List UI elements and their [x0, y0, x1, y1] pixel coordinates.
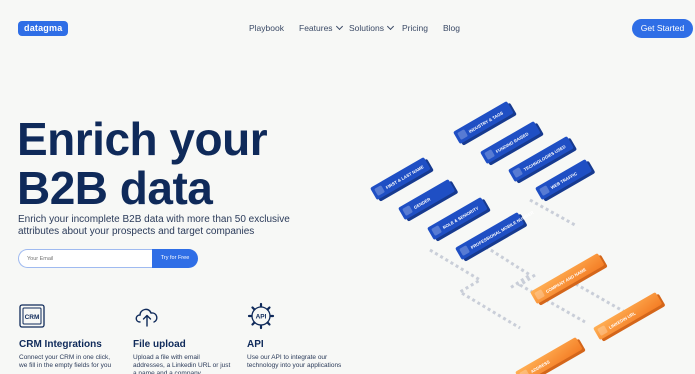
feature-title: File upload	[133, 339, 186, 350]
feature-text: Upload a file with email addresses, a Li…	[133, 354, 231, 374]
api-icon-text: API	[256, 314, 267, 321]
signup-form: Try for Free	[18, 249, 198, 268]
attribute-card: ADDRESS	[515, 337, 586, 374]
main-menu: Playbook Features Solutions Pricing Blog	[249, 22, 460, 33]
nav-item-blog[interactable]: Blog	[443, 23, 460, 33]
cloud-upload-icon	[135, 308, 158, 327]
nav-item-playbook[interactable]: Playbook	[249, 23, 299, 33]
data-enrichment-illustration: INDUSTRY & TAGSFUNDING RAISEDTECHNOLOGIE…	[370, 101, 665, 374]
datagma-logo[interactable]: datagma	[18, 21, 69, 36]
hero-title-line: B2B data	[17, 162, 213, 214]
api-gear-icon: API	[247, 302, 275, 330]
nav-item-label: Features	[299, 23, 333, 33]
nav-item-label: Pricing	[402, 23, 428, 33]
orange-card-group: COMPANY AND NAMELINKEDIN URLADDRESS	[515, 253, 665, 374]
feature-title: API	[247, 339, 264, 350]
feature-text: Connect your CRM in one click, we fill i…	[19, 354, 112, 369]
feature-title: CRM Integrations	[19, 339, 102, 350]
hero-subtitle: Enrich your incomplete B2B data with mor…	[18, 214, 290, 237]
nav-item-label: Solutions	[349, 23, 384, 33]
try-for-free-button[interactable]: Try for Free	[152, 249, 198, 268]
top-nav: datagma Playbook Features Solutions Pric…	[0, 0, 695, 56]
nav-item-features[interactable]: Features	[299, 22, 349, 33]
nav-item-label: Blog	[443, 23, 461, 33]
nav-item-label: Playbook	[249, 23, 284, 33]
attribute-card: COMPANY AND NAME	[530, 253, 608, 305]
nav-item-solutions[interactable]: Solutions	[349, 22, 402, 33]
nav-item-pricing[interactable]: Pricing	[402, 23, 443, 33]
blue-card-group: INDUSTRY & TAGSFUNDING RAISEDTECHNOLOGIE…	[370, 101, 595, 261]
chevron-down-icon	[335, 22, 343, 31]
hero-title: Enrich your B2B data	[17, 113, 268, 214]
hero-title-line: Enrich your	[17, 113, 268, 165]
crm-icon: CRM	[19, 304, 45, 328]
chevron-down-icon	[386, 22, 395, 31]
email-input[interactable]	[18, 249, 152, 268]
get-started-button[interactable]: Get Started	[632, 19, 693, 38]
crm-icon-text: CRM	[25, 314, 40, 321]
